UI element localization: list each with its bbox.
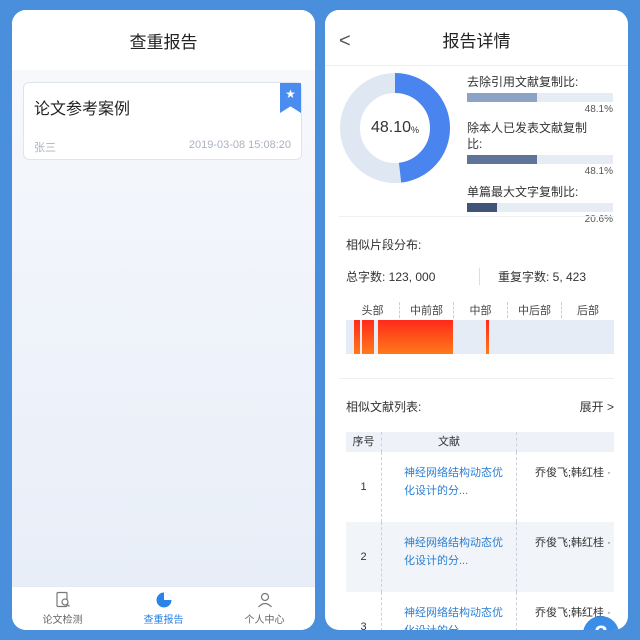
metric-bar (467, 155, 613, 164)
report-title: 论文参考案例 (34, 101, 131, 118)
report-card[interactable]: 论文参考案例 张三 2019-03-08 15:08:20 ★ (23, 82, 302, 160)
tab-report[interactable]: 查重报告 (113, 587, 214, 630)
similar-docs-table: 序号 文献 1 神经网络结构动态优化设计的分... 乔俊飞;韩红桂 · 2010… (346, 432, 614, 630)
row-doc-link[interactable]: 神经网络结构动态优化设计的分... (382, 522, 517, 592)
table-row[interactable]: 3 神经网络结构动态优化设计的分... 乔俊飞;韩红桂 · 2010乔俊飞;韩 (346, 592, 614, 630)
report-author: 张三 (34, 142, 56, 154)
metric-label: 去除引用文献复制比: (467, 75, 579, 89)
metric-value: 48.1% (584, 166, 613, 177)
report-time: 2019-03-08 15:08:20 (188, 139, 291, 151)
metric-label: 单篇最大文字复制比: (467, 185, 579, 199)
row-author: 乔俊飞;韩红桂 · 2010乔俊飞; (535, 537, 614, 549)
metric-bar (467, 93, 613, 102)
tab-paper-check[interactable]: 论文检测 (12, 587, 113, 630)
total-words: 总字数: 123, 000 (346, 268, 480, 285)
tab-profile[interactable]: 个人中心 (214, 587, 315, 630)
metric-exclude-citation: 去除引用文献复制比: 48.1% (467, 74, 613, 115)
table-row[interactable]: 1 神经网络结构动态优化设计的分... 乔俊飞;韩红桂 · 2010乔俊飞;韩 (346, 452, 614, 522)
hot-segment (378, 320, 453, 354)
metric-bar (467, 203, 613, 212)
report-list: 论文参考案例 张三 2019-03-08 15:08:20 ★ (12, 70, 315, 586)
metric-fill (467, 155, 538, 164)
bottom-tab-bar: 论文检测 查重报告 个人中心 (12, 586, 315, 630)
page-title: 报告详情 (442, 32, 511, 51)
col-no: 序号 (346, 432, 382, 452)
metric-value: 48.1% (584, 104, 613, 115)
overall-unit: % (411, 125, 420, 135)
tab-label: 查重报告 (143, 615, 184, 626)
word-counts: 总字数: 123, 000 重复字数: 5, 423 (346, 268, 614, 285)
hot-segment (354, 320, 360, 354)
row-no: 1 (346, 452, 382, 522)
row-author: 乔俊飞;韩红桂 · 2010乔俊飞;韩 (535, 467, 614, 479)
table-row[interactable]: 2 神经网络结构动态优化设计的分... 乔俊飞;韩红桂 · 2010乔俊飞; (346, 522, 614, 592)
overall-value: 48.10 (370, 119, 412, 136)
header: 查重报告 (12, 10, 315, 70)
similar-list-header: 相似文献列表: 展开 > (346, 398, 614, 415)
metric-exclude-self: 除本人已发表文献复制比: 48.1% (467, 120, 613, 177)
col-doc: 文献 (382, 432, 517, 452)
hot-segment (362, 320, 374, 354)
expand-button[interactable]: 展开 > (580, 398, 614, 415)
row-no: 2 (346, 522, 382, 592)
metric-fill (467, 203, 498, 212)
hot-segment (486, 320, 489, 354)
tab-label: 论文检测 (42, 615, 83, 626)
section-head: 头部 (346, 302, 400, 318)
doc-search-icon (55, 591, 70, 608)
repeat-words: 重复字数: 5, 423 (498, 270, 587, 284)
metric-label: 除本人已发表文献复制比: (467, 121, 588, 151)
report-list-screen: 查重报告 论文参考案例 张三 2019-03-08 15:08:20 ★ 论文检… (12, 10, 315, 630)
col-author (517, 432, 614, 452)
list-label: 相似文献列表: (346, 400, 422, 414)
distribution-sections: 头部 中前部 中部 中后部 后部 (346, 302, 614, 318)
tab-label: 个人中心 (244, 615, 285, 626)
back-button[interactable]: < (339, 30, 351, 53)
similarity-distribution: 头部 中前部 中部 中后部 后部 (346, 302, 614, 366)
page-title: 查重报告 (129, 32, 198, 52)
metric-single-max: 单篇最大文字复制比: 20.6% (467, 184, 613, 225)
row-no: 3 (346, 592, 382, 630)
pie-chart-icon (156, 592, 171, 608)
overall-rate: 48.10% (339, 72, 451, 184)
row-doc-link[interactable]: 神经网络结构动态优化设计的分... (382, 592, 517, 630)
metric-fill (467, 93, 538, 102)
similar-section-label: 相似片段分布: (346, 238, 422, 252)
divider (339, 216, 614, 217)
divider (339, 378, 614, 379)
row-doc-link[interactable]: 神经网络结构动态优化设计的分... (382, 452, 517, 522)
report-detail: 48.10% 去除引用文献复制比: 48.1% 除本人已发表文献复制比: 48.… (325, 66, 628, 630)
header: < 报告详情 (325, 14, 628, 66)
report-detail-screen: < 报告详情 48.10% 去除引用文献复制比: 48.1% 除本人已发表文献复… (325, 10, 628, 630)
section-mid-front: 中前部 (400, 302, 454, 318)
section-tail: 后部 (577, 305, 599, 317)
section-mid: 中部 (454, 302, 508, 318)
distribution-strip (346, 320, 614, 354)
section-mid-back: 中后部 (508, 302, 562, 318)
bookmark-star-icon[interactable]: ★ (280, 83, 301, 113)
table-header: 序号 文献 (346, 432, 614, 452)
user-icon (257, 592, 272, 608)
